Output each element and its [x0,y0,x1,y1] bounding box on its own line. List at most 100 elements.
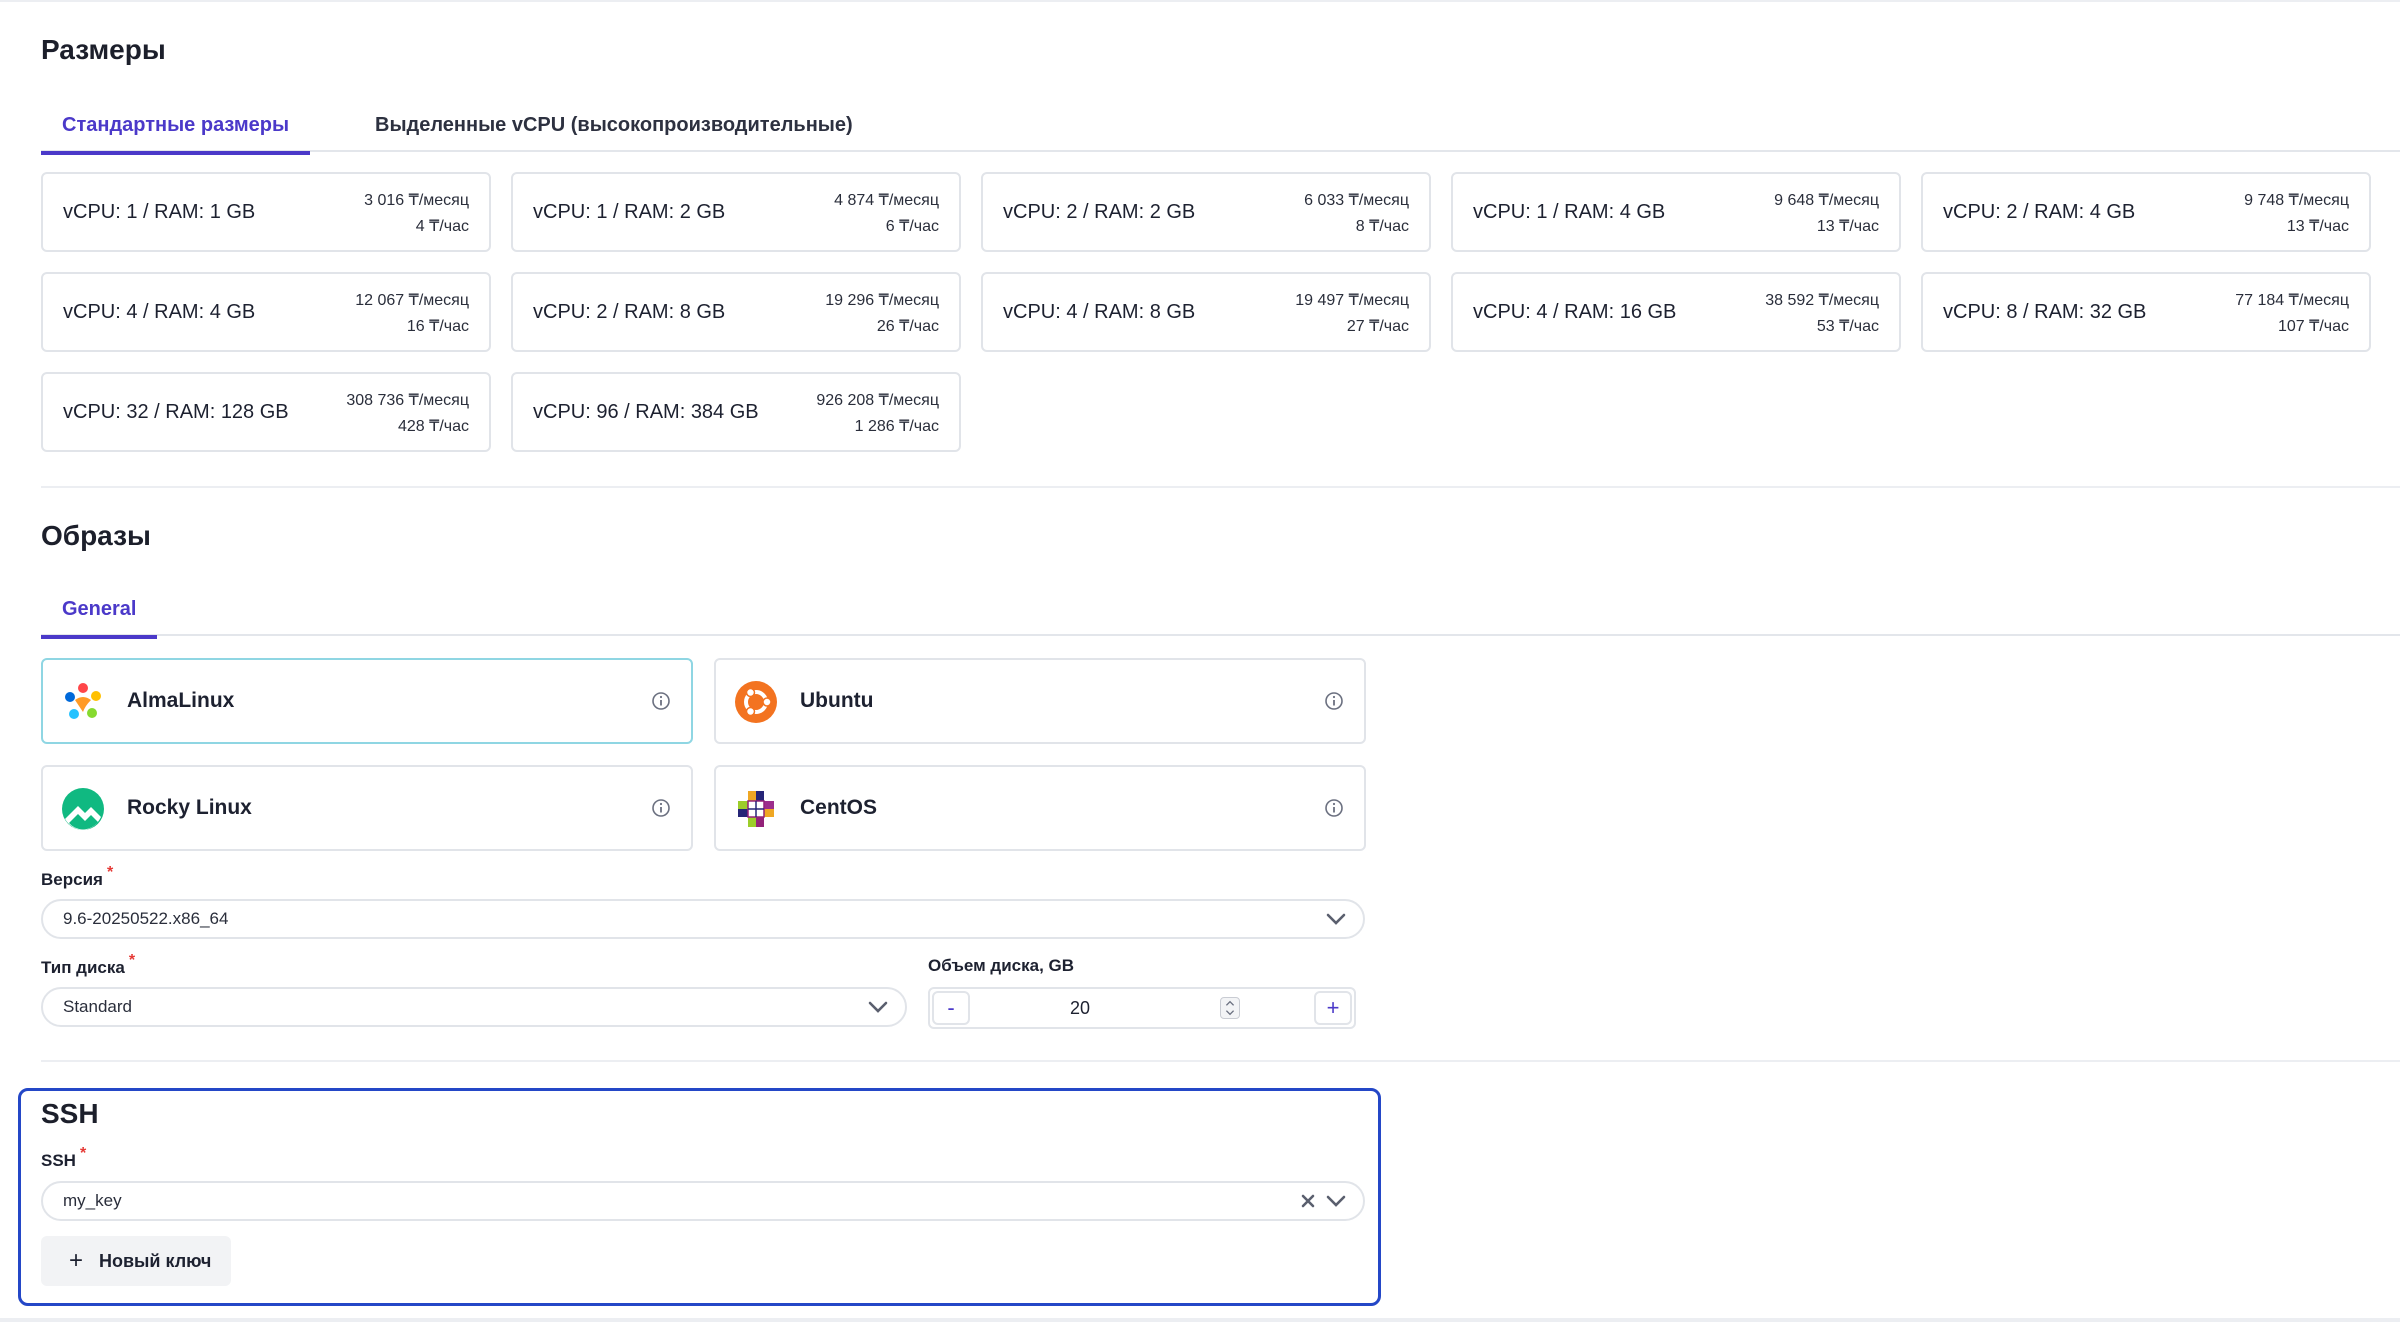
size-card[interactable]: vCPU: 96 / RAM: 384 GB 926 208 ₸/месяц 1 2… [511,372,961,452]
size-card-name: vCPU: 2 / RAM: 2 GB [1003,201,1196,223]
monthly-price: 19 296 ₸/месяц [825,292,939,309]
tab-dedicated-vcpu[interactable]: Выделенные vCPU (высокопроизводительные) [354,100,874,152]
chevron-down-icon [1326,913,1346,925]
chevron-down-icon [1326,1195,1346,1207]
disk-type-label-text: Тип диска [41,958,125,977]
size-card-price: 77 184 ₸/месяц 107 ₸/час [2235,288,2349,340]
version-value: 9.6-20250522.x86_64 [63,909,229,928]
size-card-price: 3 016 ₸/месяц 4 ₸/час [364,188,469,240]
hourly-price: 13 ₸/час [1816,218,1879,235]
decrement-button[interactable]: - [932,991,970,1025]
monthly-price: 4 874 ₸/месяц [834,192,939,209]
top-divider [0,0,2400,2]
size-card-price: 19 497 ₸/месяц 27 ₸/час [1295,288,1409,340]
size-card-name: vCPU: 32 / RAM: 128 GB [63,401,289,423]
hourly-price: 8 ₸/час [1355,218,1409,235]
new-key-button[interactable]: + Новый ключ [41,1236,231,1286]
monthly-price: 926 208 ₸/месяц [816,392,939,409]
new-key-label: Новый ключ [99,1251,212,1271]
hourly-price: 4 ₸/час [415,218,469,235]
size-card[interactable]: vCPU: 1 / RAM: 2 GB 4 874 ₸/месяц 6 ₸/час [511,172,961,252]
hourly-price: 16 ₸/час [406,318,469,335]
info-icon[interactable] [651,691,671,711]
monthly-price: 77 184 ₸/месяц [2235,292,2349,309]
disk-size-input[interactable] [970,989,1190,1027]
centos-logo-icon [738,791,774,827]
monthly-price: 3 016 ₸/месяц [364,192,469,209]
size-card[interactable]: vCPU: 2 / RAM: 4 GB 9 748 ₸/месяц 13 ₸/час [1921,172,2371,252]
required-mark: * [128,952,136,969]
bottom-divider [0,1318,2400,1322]
section-divider [41,486,2400,488]
images-title: Образы [41,520,151,551]
images-tabs: General [41,584,2400,639]
size-card[interactable]: vCPU: 2 / RAM: 8 GB 19 296 ₸/месяц 26 ₸/ча… [511,272,961,352]
hourly-price: 13 ₸/час [2286,218,2349,235]
monthly-price: 308 736 ₸/месяц [346,392,469,409]
spinner-arrows-icon[interactable] [1220,997,1240,1019]
size-card-price: 926 208 ₸/месяц 1 286 ₸/час [816,388,939,440]
size-card-price: 12 067 ₸/месяц 16 ₸/час [355,288,469,340]
size-card-price: 6 033 ₸/месяц 8 ₸/час [1304,188,1409,240]
size-card-name: vCPU: 96 / RAM: 384 GB [533,401,759,423]
size-card-price: 19 296 ₸/месяц 26 ₸/час [825,288,939,340]
tab-general[interactable]: General [41,584,158,639]
size-card-price: 9 748 ₸/месяц 13 ₸/час [2244,188,2349,240]
hourly-price: 26 ₸/час [876,318,939,335]
size-card[interactable]: vCPU: 4 / RAM: 4 GB 12 067 ₸/месяц 16 ₸/ча… [41,272,491,352]
image-card-centos[interactable]: CentOS [714,765,1366,851]
size-card-name: vCPU: 4 / RAM: 8 GB [1003,301,1196,323]
size-card-name: vCPU: 2 / RAM: 4 GB [1943,201,2136,223]
rocky-linux-logo-icon [62,788,104,830]
image-card-almalinux[interactable]: AlmaLinux [41,658,693,744]
monthly-price: 9 748 ₸/месяц [2244,192,2349,209]
disk-size-label: Объем диска, GB [928,956,1075,975]
image-card-ubuntu[interactable]: Ubuntu [714,658,1366,744]
ssh-label-text: SSH [41,1151,76,1170]
size-card[interactable]: vCPU: 4 / RAM: 8 GB 19 497 ₸/месяц 27 ₸/ча… [981,272,1431,352]
almalinux-logo-icon [65,683,101,719]
disk-type-value: Standard [63,997,132,1016]
hourly-price: 107 ₸/час [2278,318,2349,335]
clear-icon[interactable] [1299,1192,1317,1210]
sizes-title: Размеры [41,34,166,65]
size-card-name: vCPU: 1 / RAM: 2 GB [533,201,726,223]
hourly-price: 27 ₸/час [1346,318,1409,335]
size-card-name: vCPU: 2 / RAM: 8 GB [533,301,726,323]
size-card-price: 38 592 ₸/месяц 53 ₸/час [1765,288,1879,340]
ubuntu-logo-icon [735,681,777,723]
disk-type-select[interactable]: Standard [41,987,907,1027]
info-icon[interactable] [1324,691,1344,711]
disk-size-stepper: - + [928,987,1356,1029]
size-card[interactable]: vCPU: 8 / RAM: 32 GB 77 184 ₸/месяц 107 ₸/… [1921,272,2371,352]
size-card[interactable]: vCPU: 1 / RAM: 4 GB 9 648 ₸/месяц 13 ₸/час [1451,172,1901,252]
size-card[interactable]: vCPU: 2 / RAM: 2 GB 6 033 ₸/месяц 8 ₸/час [981,172,1431,252]
plus-icon: + [69,1247,84,1274]
ssh-key-select[interactable]: my_key [41,1181,1365,1221]
version-select[interactable]: 9.6-20250522.x86_64 [41,899,1365,939]
sizes-tabs: Стандартные размеры Выделенные vCPU (выс… [41,100,2400,155]
hourly-price: 53 ₸/час [1816,318,1879,335]
monthly-price: 9 648 ₸/месяц [1774,192,1879,209]
size-card[interactable]: vCPU: 1 / RAM: 1 GB 3 016 ₸/месяц 4 ₸/час [41,172,491,252]
size-card[interactable]: vCPU: 4 / RAM: 16 GB 38 592 ₸/месяц 53 ₸/ч… [1451,272,1901,352]
hourly-price: 428 ₸/час [398,418,469,435]
monthly-price: 6 033 ₸/месяц [1304,192,1409,209]
image-label: AlmaLinux [127,689,235,712]
size-card[interactable]: vCPU: 32 / RAM: 128 GB 308 736 ₸/месяц 428… [41,372,491,452]
image-card-rocky-linux[interactable]: Rocky Linux [41,765,693,851]
monthly-price: 19 497 ₸/месяц [1295,292,1409,309]
version-label-text: Версия [41,870,103,889]
disk-type-label: Тип диска * [41,952,135,978]
tab-standard-sizes[interactable]: Стандартные размеры [41,100,311,155]
ssh-key-value: my_key [63,1191,122,1210]
image-label: Rocky Linux [127,796,252,819]
spinner-icon [1225,1000,1235,1016]
size-card-price: 308 736 ₸/месяц 428 ₸/час [346,388,469,440]
image-label: Ubuntu [800,689,874,712]
hourly-price: 1 286 ₸/час [854,418,939,435]
info-icon[interactable] [651,798,671,818]
info-icon[interactable] [1324,798,1344,818]
increment-button[interactable]: + [1314,991,1352,1025]
image-label: CentOS [800,796,878,819]
